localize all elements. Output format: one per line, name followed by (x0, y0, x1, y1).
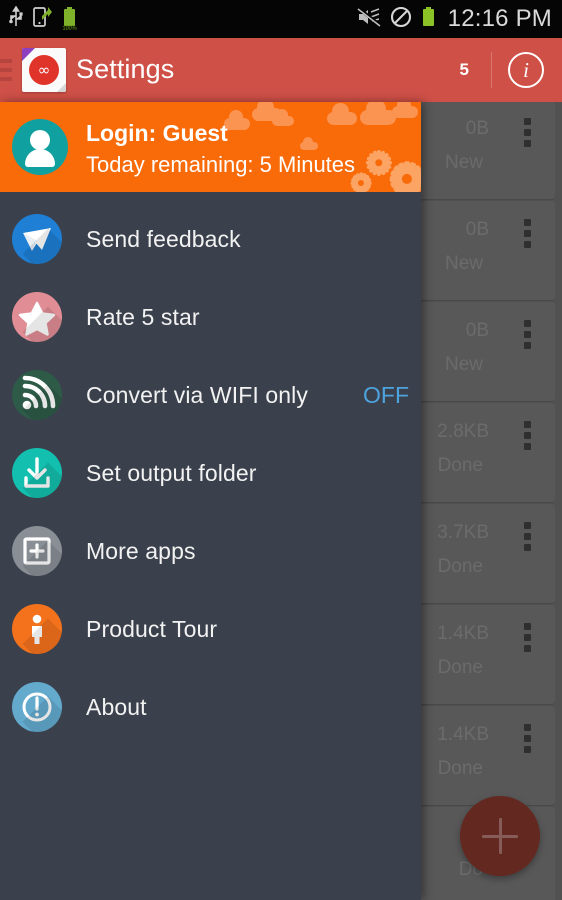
drawer-item-label: Send feedback (86, 225, 241, 252)
drawer-item-label: More apps (86, 537, 196, 564)
drawer-item-product-tour[interactable]: Product Tour (0, 590, 421, 668)
app-screen: 0BNew0BNew0BNew...2.8KBDone.3.7KBDone..1… (0, 0, 562, 900)
cloud-icon (272, 109, 294, 126)
cloud-icon (392, 102, 418, 118)
app-bar: ∞ Settings 5 i (0, 38, 562, 102)
drawer-item-label: Product Tour (86, 615, 218, 642)
phone-transfer-icon (33, 6, 53, 33)
app-logo-glyph: ∞ (29, 55, 59, 85)
hamburger-icon[interactable] (0, 59, 12, 81)
add-box-icon (12, 526, 62, 576)
drawer-item-rate-5-star[interactable]: Rate 5 star (0, 278, 421, 356)
usb-icon (8, 4, 24, 33)
appbar-divider (491, 52, 492, 88)
download-icon (12, 448, 62, 498)
drawer-item-about[interactable]: About (0, 668, 421, 746)
person-icon (12, 604, 62, 654)
wifi-icon (12, 370, 62, 420)
navigation-drawer: Login: Guest Today remaining: 5 Minutes … (0, 102, 421, 900)
drawer-item-send-feedback[interactable]: Send feedback (0, 200, 421, 278)
remaining-label: Today remaining: 5 Minutes (86, 152, 356, 177)
battery-percent-label: 100% (62, 25, 77, 32)
mute-icon (356, 6, 381, 32)
drawer-item-label: Rate 5 star (86, 303, 200, 330)
app-logo-infinity-icon: ∞ (22, 48, 66, 92)
status-bar: 100% 12:16 PM (0, 0, 562, 38)
info-icon[interactable]: i (508, 52, 544, 88)
count-badge: 5 (459, 60, 469, 79)
clock-label: 12:16 PM (447, 5, 552, 32)
drawer-item-convert-via-wifi-only[interactable]: Convert via WIFI only OFF (0, 356, 421, 434)
cloud-icon (300, 136, 318, 150)
battery-icon (421, 6, 436, 33)
user-avatar-icon (12, 119, 68, 175)
drawer-item-label: About (86, 693, 147, 720)
drawer-item-more-apps[interactable]: More apps (0, 512, 421, 590)
drawer-item-set-output-folder[interactable]: Set output folder (0, 434, 421, 512)
cloud-icon (327, 103, 357, 125)
star-icon (12, 292, 62, 342)
drawer-account-header[interactable]: Login: Guest Today remaining: 5 Minutes (0, 102, 421, 192)
drawer-item-label: Convert via WIFI only (86, 381, 308, 408)
cloud-icon (360, 102, 396, 125)
drawer-item-label: Set output folder (86, 459, 257, 486)
gear-icon (366, 150, 392, 176)
do-not-disturb-icon (390, 6, 412, 33)
drawer-menu: Send feedback Rate 5 star Convert via WIFI… (0, 192, 421, 746)
battery-full-icon: 100% (62, 6, 77, 33)
mail-send-icon (12, 214, 62, 264)
login-label: Login: Guest (86, 120, 228, 146)
exclamation-icon (12, 682, 62, 732)
gear-icon (389, 161, 421, 192)
drawer-item-value[interactable]: OFF (363, 382, 409, 409)
page-title: Settings (76, 53, 175, 84)
